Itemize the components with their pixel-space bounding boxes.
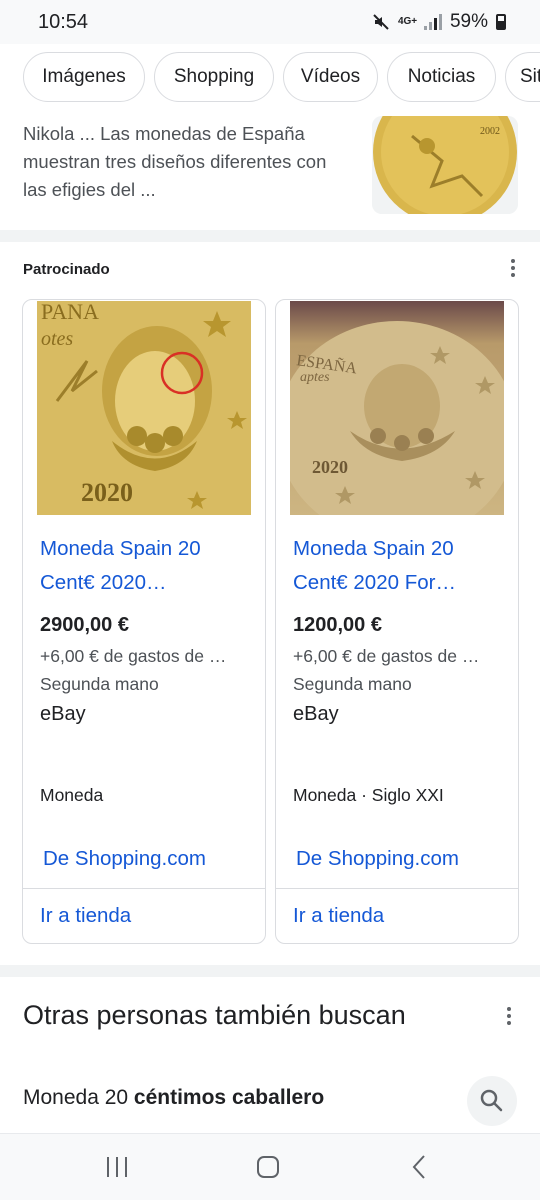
coin-image: ESPAÑA aptes 2020: [290, 301, 504, 515]
product-store: eBay: [40, 703, 86, 725]
card-divider: [276, 888, 518, 889]
snippet-line: las efigies del ...: [23, 179, 156, 200]
related-item-bold: céntimos caballero: [133, 1086, 325, 1109]
coin-image: 2002: [372, 116, 518, 214]
product-category: Moneda: [40, 785, 104, 805]
status-bar: 10:54 4G+ 59%: [0, 0, 540, 44]
sponsored-label: Patrocinado: [23, 261, 110, 278]
related-searches-title: Otras personas también buscan: [23, 1000, 406, 1030]
section-separator: [0, 230, 540, 242]
card-divider: [23, 888, 265, 889]
product-source-link[interactable]: De Shopping.com: [43, 847, 206, 871]
result-thumbnail[interactable]: 2002: [372, 116, 518, 214]
status-icons: 4G+ 59%: [372, 11, 506, 33]
product-image[interactable]: ESPAÑA aptes 2020: [290, 301, 504, 515]
svg-text:otes: otes: [41, 328, 73, 350]
chip-sites[interactable]: Sit: [505, 52, 540, 102]
product-price: 1200,00 €: [293, 614, 382, 636]
chip-news[interactable]: Noticias: [387, 52, 496, 102]
product-title-line: Cent€ 2020 For…: [293, 571, 456, 594]
chip-shopping[interactable]: Shopping: [154, 52, 274, 102]
mute-icon: [373, 14, 389, 30]
status-time: 10:54: [38, 11, 89, 33]
related-item-prefix: Moneda 20: [23, 1086, 134, 1109]
search-icon: [480, 1089, 503, 1112]
signal-icon: [423, 14, 442, 30]
product-title-line: Moneda Spain 20: [293, 537, 454, 560]
product-title[interactable]: Moneda Spain 20 Cent€ 2020…: [40, 532, 255, 600]
thumb-year: 2002: [480, 126, 500, 137]
product-condition: Segunda mano: [40, 674, 159, 694]
recent-apps-icon[interactable]: [102, 1152, 132, 1182]
back-icon[interactable]: [405, 1152, 435, 1182]
product-condition: Segunda mano: [293, 674, 412, 694]
product-category: Moneda · Siglo XXI: [293, 785, 444, 805]
visit-store-link[interactable]: Ir a tienda: [293, 904, 384, 928]
chip-videos[interactable]: Vídeos: [283, 52, 378, 102]
svg-text:PANA: PANA: [41, 301, 99, 324]
search-filter-chips: Imágenes Shopping Vídeos Noticias Sit: [0, 44, 540, 116]
product-source-link[interactable]: De Shopping.com: [296, 847, 459, 871]
product-title[interactable]: Moneda Spain 20 Cent€ 2020 For…: [293, 532, 508, 600]
chip-images[interactable]: Imágenes: [23, 52, 145, 102]
related-search-item[interactable]: Moneda 20 céntimos caballero: [23, 1086, 324, 1110]
network-icon: 4G+: [397, 16, 418, 27]
visit-store-link[interactable]: Ir a tienda: [40, 904, 131, 928]
more-options-icon[interactable]: [497, 1004, 521, 1028]
coin-year: 2020: [81, 478, 133, 507]
more-options-icon[interactable]: [501, 256, 525, 280]
product-price: 2900,00 €: [40, 614, 129, 636]
home-icon[interactable]: [253, 1152, 283, 1182]
snippet-line: muestran tres diseños diferentes con: [23, 151, 327, 172]
section-separator: [0, 965, 540, 977]
svg-text:aptes: aptes: [300, 370, 330, 385]
result-snippet[interactable]: Nikola ... Las monedas de España muestra…: [23, 120, 358, 204]
system-navigation-bar: [0, 1133, 540, 1200]
coin-image: PANA otes 2020: [37, 301, 251, 515]
battery-icon: [496, 14, 506, 30]
product-card[interactable]: ESPAÑA aptes 2020 Moneda Spain 20 Cent€ …: [275, 299, 519, 944]
battery-percent: 59%: [449, 11, 488, 32]
product-shipping: +6,00 € de gastos de …: [293, 646, 480, 666]
product-card[interactable]: PANA otes 2020 Moneda Spain 20 Cent€ 202…: [22, 299, 266, 944]
product-store: eBay: [293, 703, 339, 725]
product-image[interactable]: PANA otes 2020: [37, 301, 251, 515]
coin-year: 2020: [312, 457, 348, 477]
product-title-line: Cent€ 2020…: [40, 571, 167, 594]
product-title-line: Moneda Spain 20: [40, 537, 201, 560]
snippet-line: Nikola ... Las monedas de España: [23, 123, 305, 144]
product-shipping: +6,00 € de gastos de …: [40, 646, 227, 666]
search-button[interactable]: [467, 1076, 517, 1126]
